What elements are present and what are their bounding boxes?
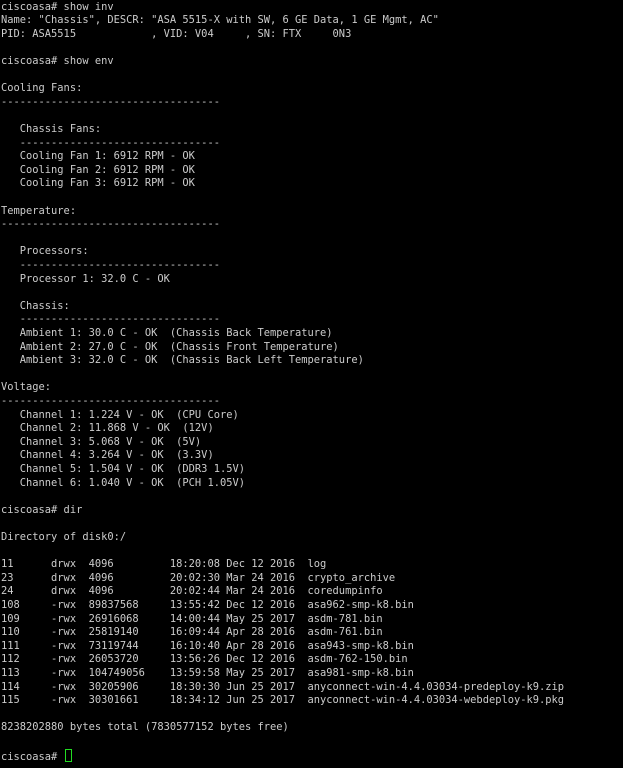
- terminal-line: Chassis Fans:: [1, 122, 102, 135]
- terminal-line: ciscoasa# dir: [1, 503, 83, 516]
- terminal-line: Cooling Fan 2: 6912 RPM - OK: [1, 163, 195, 176]
- terminal-line: Cooling Fan 3: 6912 RPM - OK: [1, 177, 195, 190]
- terminal-line: 8238202880 bytes total (7830577152 bytes…: [1, 721, 289, 734]
- terminal-line: -----------------------------------: [1, 394, 220, 407]
- terminal-line: Ambient 1: 30.0 C - OK (Chassis Back Tem…: [1, 326, 333, 339]
- terminal-line: Cooling Fan 1: 6912 RPM - OK: [1, 150, 195, 163]
- terminal-line: ciscoasa# show env: [1, 54, 114, 67]
- terminal-line: Voltage:: [1, 381, 52, 394]
- terminal-line: Channel 2: 11.868 V - OK (12V): [1, 422, 214, 435]
- terminal-line: Ambient 3: 32.0 C - OK (Chassis Back Lef…: [1, 354, 364, 367]
- terminal-line: 108 -rwx 89837568 13:55:42 Dec 12 2016 a…: [1, 598, 414, 611]
- terminal-line: Channel 4: 3.264 V - OK (3.3V): [1, 449, 214, 462]
- terminal-line: Temperature:: [1, 204, 77, 217]
- terminal-line: 109 -rwx 26916068 14:00:44 May 25 2017 a…: [1, 612, 383, 625]
- terminal-line: 110 -rwx 25819140 16:09:44 Apr 28 2016 a…: [1, 626, 383, 639]
- terminal-line: 111 -rwx 73119744 16:10:40 Apr 28 2016 a…: [1, 639, 414, 652]
- terminal-line: Channel 3: 5.068 V - OK (5V): [1, 435, 202, 448]
- terminal-line: 112 -rwx 26053720 13:56:26 Dec 12 2016 a…: [1, 653, 408, 666]
- terminal-line: 24 drwx 4096 20:02:44 Mar 24 2016 coredu…: [1, 585, 383, 598]
- terminal-line: Chassis:: [1, 299, 70, 312]
- terminal-line: 23 drwx 4096 20:02:30 Mar 24 2016 crypto…: [1, 571, 396, 584]
- text-cursor[interactable]: [64, 748, 72, 762]
- terminal-line: Channel 5: 1.504 V - OK (DDR3 1.5V): [1, 462, 245, 475]
- terminal-line: -----------------------------------: [1, 218, 220, 231]
- terminal-line: Directory of disk0:/: [1, 530, 127, 543]
- terminal-line: 115 -rwx 30301661 18:34:12 Jun 25 2017 a…: [1, 694, 565, 707]
- terminal-line: 11 drwx 4096 18:20:08 Dec 12 2016 log: [1, 558, 327, 571]
- terminal-line: Processors:: [1, 245, 89, 258]
- terminal-line: PID: ASA5515 , VID: V04 , SN: FTX 0N3: [1, 27, 352, 40]
- terminal-line: ciscoasa# show inv: [1, 0, 114, 13]
- terminal-line: 113 -rwx 104749056 13:59:58 May 25 2017 …: [1, 666, 414, 679]
- terminal-line: -----------------------------------: [1, 95, 220, 108]
- terminal-line: Processor 1: 32.0 C - OK: [1, 272, 170, 285]
- terminal-line: --------------------------------: [1, 313, 220, 326]
- terminal-window[interactable]: ciscoasa# show inv Name: "Chassis", DESCR…: [0, 0, 623, 768]
- terminal-line: Cooling Fans:: [1, 82, 83, 95]
- prompt-text: ciscoasa#: [1, 750, 64, 763]
- terminal-line: Channel 1: 1.224 V - OK (CPU Core): [1, 408, 239, 421]
- terminal-line: --------------------------------: [1, 136, 220, 149]
- terminal-line: Channel 6: 1.040 V - OK (PCH 1.05V): [1, 476, 245, 489]
- terminal-line: 114 -rwx 30205906 18:30:30 Jun 25 2017 a…: [1, 680, 565, 693]
- command-prompt[interactable]: ciscoasa#: [1, 748, 72, 763]
- terminal-line: --------------------------------: [1, 258, 220, 271]
- terminal-line: Name: "Chassis", DESCR: "ASA 5515-X with…: [1, 14, 439, 27]
- terminal-line: Ambient 2: 27.0 C - OK (Chassis Front Te…: [1, 340, 339, 353]
